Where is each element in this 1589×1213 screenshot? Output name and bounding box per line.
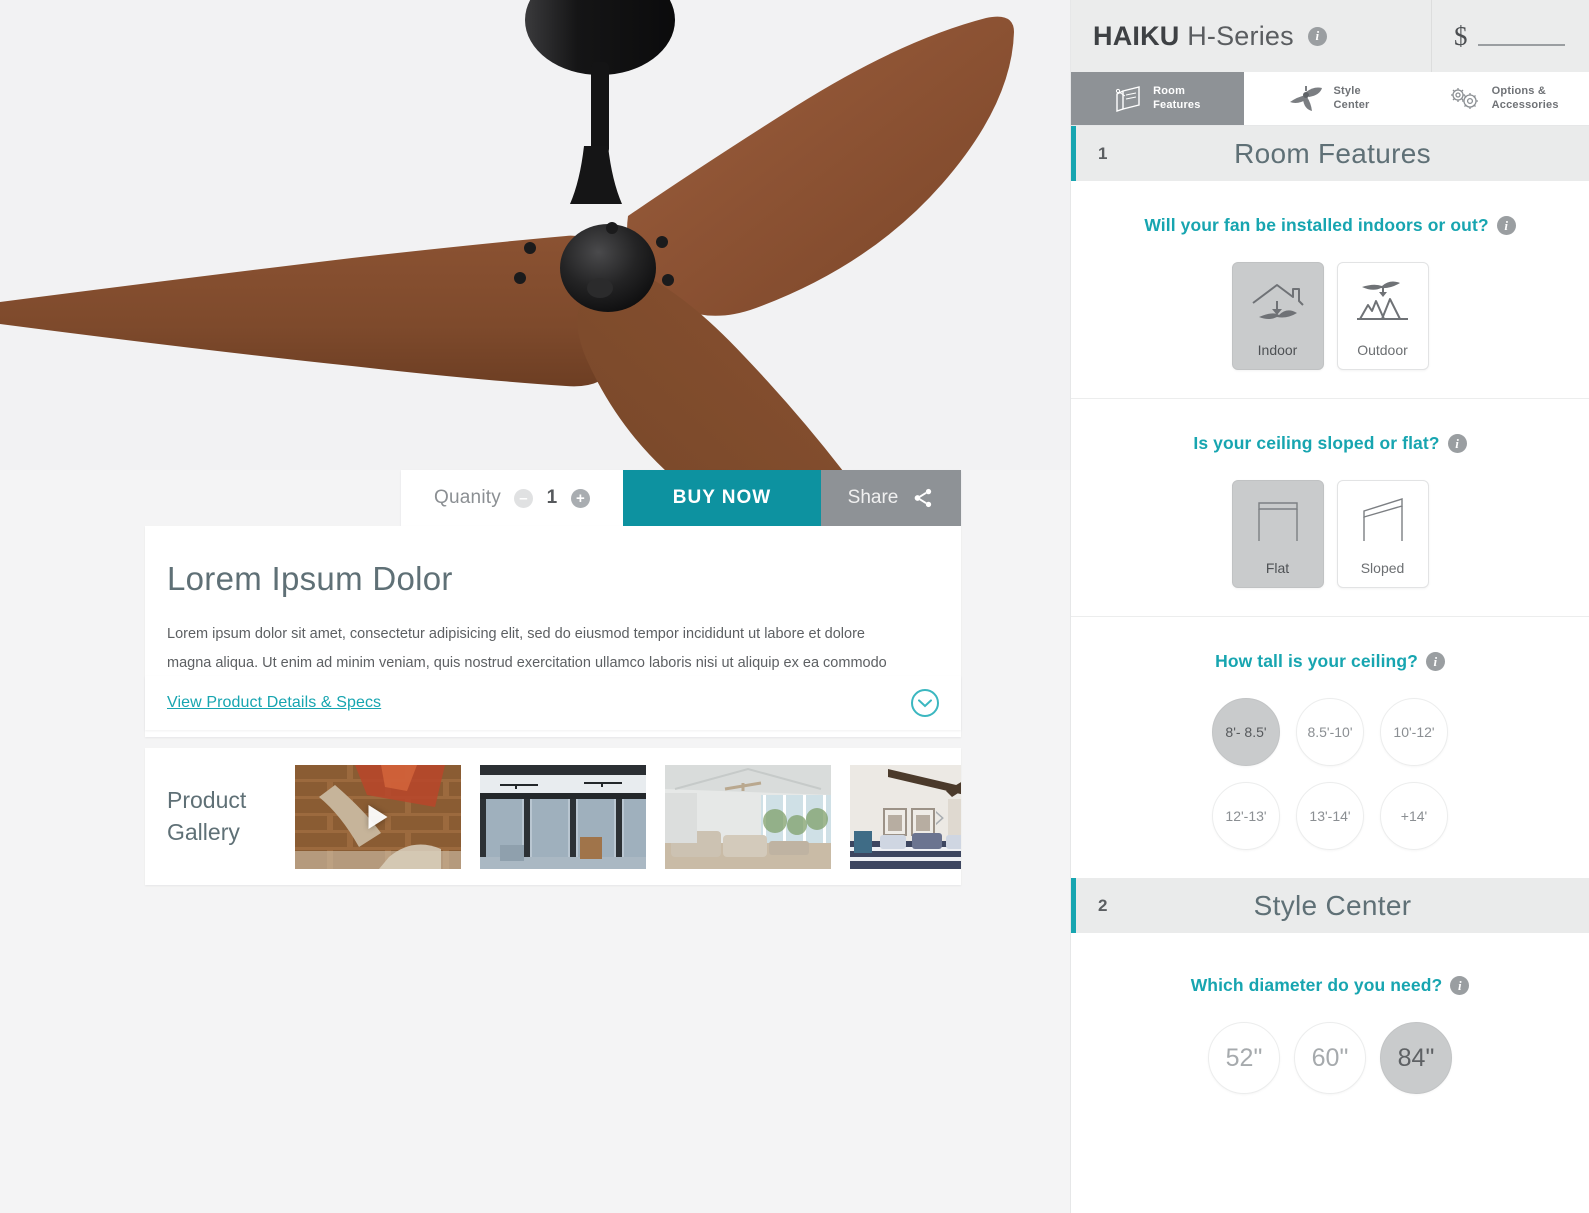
- gallery-item-fan-against-brick-wall[interactable]: [295, 764, 461, 869]
- tab-style-center[interactable]: Style Center: [1244, 72, 1417, 125]
- gallery-thumbnails: [295, 764, 961, 869]
- view-product-details-link[interactable]: View Product Details & Specs: [167, 694, 381, 712]
- share-button[interactable]: Share: [821, 470, 961, 526]
- price-field[interactable]: $: [1432, 0, 1589, 72]
- price-value: [1477, 26, 1565, 46]
- share-icon: [915, 488, 932, 508]
- question-info-icon[interactable]: i: [1425, 652, 1445, 671]
- option-height-6[interactable]: +14': [1380, 782, 1448, 850]
- quantity-decrease-button[interactable]: –: [513, 488, 533, 508]
- configurator-panel: HAIKU H-Series i $ Room Features Style C…: [1070, 0, 1589, 1213]
- option-height-2[interactable]: 8.5'-10': [1296, 698, 1364, 766]
- sloped-ceiling-icon: [1354, 481, 1412, 560]
- option-diameter-52[interactable]: 52": [1208, 1022, 1280, 1094]
- quantity-label: Quanity: [434, 487, 501, 508]
- question-label: How tall is your ceiling? i: [1071, 651, 1589, 672]
- question-label: Will your fan be installed indoors or ou…: [1071, 215, 1589, 236]
- option-height-1[interactable]: 8'- 8.5': [1212, 698, 1280, 766]
- section-title: Room Features: [1234, 137, 1431, 169]
- thumbnail-covered-patio: [480, 764, 646, 869]
- option-sloped-label: Sloped: [1360, 560, 1405, 576]
- product-specs-card: View Product Details & Specs: [145, 676, 961, 730]
- option-indoor[interactable]: Indoor: [1231, 262, 1324, 370]
- tab-options-accessories[interactable]: Options & Accessories: [1416, 72, 1589, 125]
- option-diameter-84[interactable]: 84": [1380, 1022, 1452, 1094]
- question-info-icon[interactable]: i: [1496, 216, 1516, 235]
- gallery-item-covered-patio-with-fans[interactable]: [480, 764, 646, 869]
- product-hero-image: [0, 0, 1070, 470]
- tab-room-features-label: Room Features: [1153, 84, 1201, 111]
- brand-name: HAIKU: [1093, 20, 1180, 51]
- play-video-icon[interactable]: [368, 804, 388, 829]
- question-label: Which diameter do you need? i: [1071, 975, 1589, 996]
- room-features-icon: [1114, 85, 1144, 113]
- question-text: How tall is your ceiling?: [1215, 651, 1418, 671]
- gallery-label: Product Gallery: [167, 787, 247, 845]
- tab-options-accessories-label: Options & Accessories: [1491, 84, 1559, 111]
- section-header-style-center: 2 Style Center: [1071, 878, 1589, 933]
- section-title: Style Center: [1253, 889, 1412, 921]
- tab-style-center-label: Style Center: [1333, 84, 1370, 111]
- product-panel: Quanity – 1 + BUY NOW Share Lorem Ipsum …: [0, 0, 1070, 1213]
- option-outdoor[interactable]: Outdoor: [1336, 262, 1429, 370]
- question-ceiling-height: How tall is your ceiling? i 8'- 8.5' 8.5…: [1071, 617, 1589, 878]
- flat-ceiling-icon: [1249, 481, 1307, 560]
- option-flat-ceiling[interactable]: Flat: [1231, 480, 1324, 588]
- chevron-down-icon: [918, 698, 932, 707]
- question-text: Is your ceiling sloped or flat?: [1193, 433, 1440, 453]
- house-with-fan-icon: [1249, 263, 1307, 342]
- ceiling-type-options: Flat Sloped: [1071, 480, 1589, 588]
- gallery-next-button[interactable]: ›: [933, 800, 947, 834]
- buy-now-button[interactable]: BUY NOW: [623, 470, 821, 526]
- ceiling-fan-icon: [1290, 85, 1324, 112]
- question-label: Is your ceiling sloped or flat? i: [1071, 433, 1589, 454]
- brand-info-icon[interactable]: i: [1307, 26, 1327, 46]
- brand-title: HAIKU H-Series: [1093, 21, 1294, 52]
- option-height-5[interactable]: 13'-14': [1296, 782, 1364, 850]
- configurator-header: HAIKU H-Series i $: [1071, 0, 1589, 72]
- page-title: Lorem Ipsum Dolor: [167, 560, 453, 597]
- option-indoor-label: Indoor: [1257, 342, 1298, 358]
- purchase-bar: Quanity – 1 + BUY NOW Share: [401, 470, 961, 526]
- brand-block: HAIKU H-Series i: [1071, 0, 1432, 72]
- question-info-icon[interactable]: i: [1447, 434, 1467, 453]
- fan-over-trees-icon: [1354, 263, 1412, 342]
- configurator-page: Quanity – 1 + BUY NOW Share Lorem Ipsum …: [0, 0, 1589, 1213]
- brand-series: H-Series: [1187, 20, 1294, 51]
- section-header-room-features: 1 Room Features: [1071, 126, 1589, 181]
- option-outdoor-label: Outdoor: [1357, 342, 1408, 358]
- question-ceiling-type: Is your ceiling sloped or flat? i Flat S…: [1071, 399, 1589, 617]
- option-sloped-ceiling[interactable]: Sloped: [1336, 480, 1429, 588]
- share-label: Share: [847, 487, 899, 508]
- question-text: Will your fan be installed indoors or ou…: [1144, 215, 1489, 235]
- diameter-options: 52" 60" 84": [1071, 1022, 1589, 1094]
- ceiling-height-options: 8'- 8.5' 8.5'-10' 10'-12' 12'-13' 13'-14…: [1184, 698, 1476, 850]
- question-indoor-outdoor: Will your fan be installed indoors or ou…: [1071, 181, 1589, 399]
- ceiling-fan-illustration: [0, 0, 1070, 470]
- gallery-item-vaulted-ceiling-living-room[interactable]: [665, 764, 831, 869]
- thumbnail-vaulted-living-room: [665, 764, 831, 869]
- question-info-icon[interactable]: i: [1450, 976, 1470, 995]
- option-flat-label: Flat: [1265, 560, 1290, 576]
- question-text: Which diameter do you need?: [1190, 975, 1443, 995]
- product-gallery-card: Product Gallery ›: [145, 748, 961, 885]
- quantity-stepper: Quanity – 1 +: [401, 470, 623, 526]
- quantity-value[interactable]: 1: [546, 487, 558, 509]
- configurator-tabs: Room Features Style Center Options & Acc…: [1071, 72, 1589, 126]
- fan-motor-hub: [560, 224, 656, 312]
- quantity-increase-button[interactable]: +: [570, 488, 590, 508]
- option-height-3[interactable]: 10'-12': [1380, 698, 1448, 766]
- option-height-4[interactable]: 12'-13': [1212, 782, 1280, 850]
- expand-specs-button[interactable]: [911, 689, 939, 717]
- tab-room-features[interactable]: Room Features: [1071, 72, 1244, 125]
- option-diameter-60[interactable]: 60": [1294, 1022, 1366, 1094]
- indoor-outdoor-options: Indoor Outdoor: [1071, 262, 1589, 370]
- price-currency-symbol: $: [1454, 20, 1468, 51]
- gears-icon: [1447, 85, 1483, 113]
- question-diameter: Which diameter do you need? i 52" 60" 84…: [1071, 933, 1589, 1122]
